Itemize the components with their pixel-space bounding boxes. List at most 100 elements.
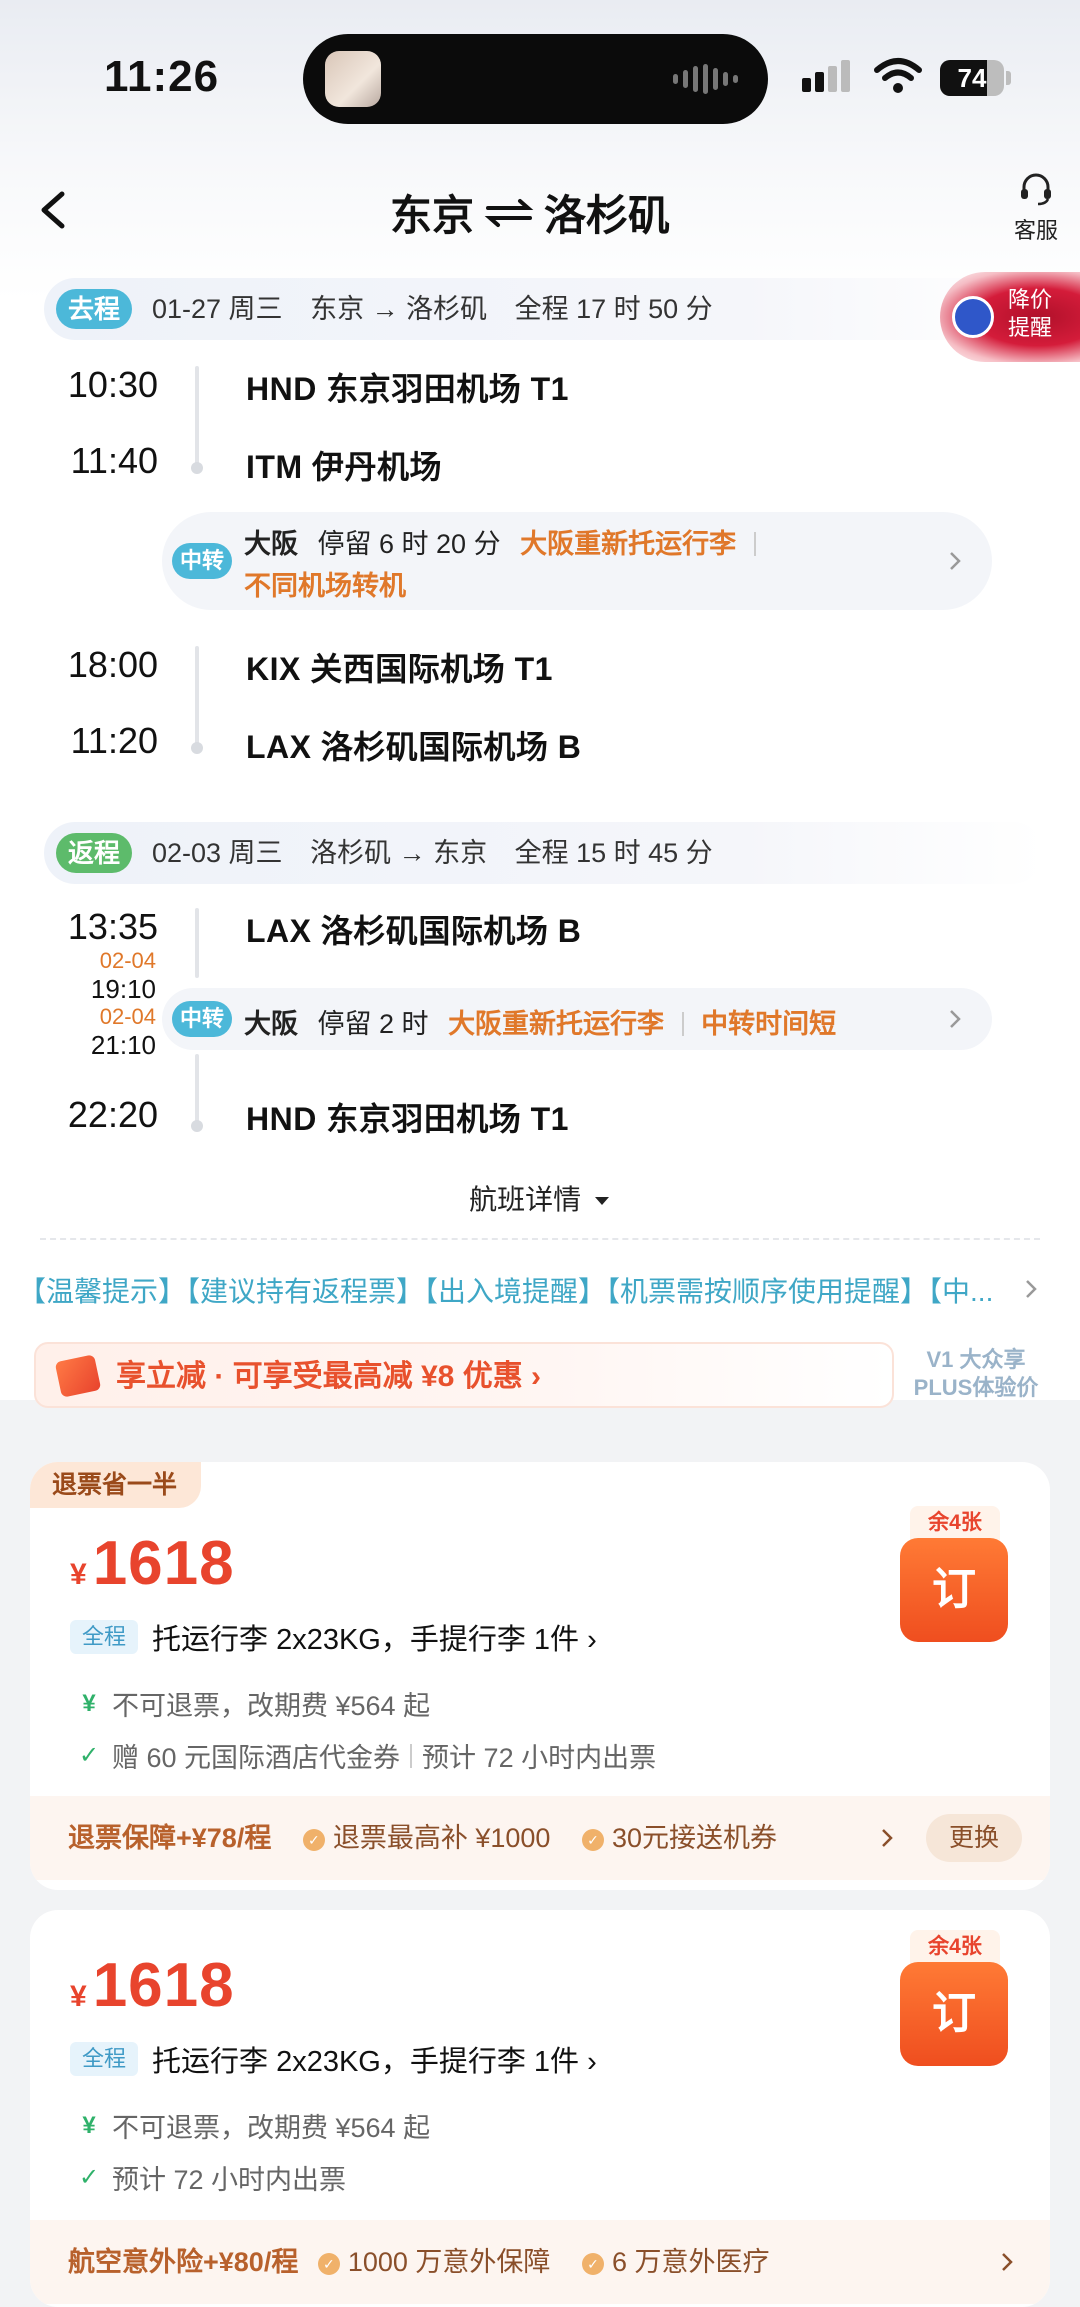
destination-city: 洛杉矶 bbox=[544, 192, 671, 239]
insurance-benefit: 6 万意外医疗 bbox=[611, 2247, 770, 2277]
insurance-bar[interactable]: 航空意外险+¥80/程 ✓ 1000 万意外保障 ✓ 6 万意外医疗 bbox=[30, 2220, 1050, 2304]
transfer-note: 中转时间短 bbox=[701, 1009, 837, 1039]
outbound-badge: 去程 bbox=[56, 289, 133, 329]
transfer-note: 大阪重新托运行李 bbox=[448, 1009, 665, 1039]
price-alert-button[interactable]: 降价提醒 bbox=[940, 272, 1080, 362]
chevron-right-icon bbox=[950, 552, 961, 570]
arrival-time: 19:10 bbox=[90, 974, 156, 1004]
customer-service-label: 客服 bbox=[1013, 218, 1058, 243]
fare-offer-card[interactable]: ¥1618 余4张 订 全程 托运行李 2x23KG，手提行李 1件 › ¥ 不… bbox=[30, 1910, 1050, 2307]
status-time: 11:26 bbox=[104, 52, 220, 101]
stop-airport: KIX 关西国际机场 T1 bbox=[246, 651, 553, 687]
outbound-transfer-info[interactable]: 中转 大阪 停留 6 时 20 分 大阪重新托运行李 不同机场转机 bbox=[162, 512, 992, 610]
stop-airport: ITM 伊丹机场 bbox=[246, 449, 442, 485]
fare-offer-card[interactable]: 退票省一半 ¥1618 余4张 订 全程 托运行李 2x23KG，手提行李 1件… bbox=[30, 1462, 1050, 1890]
wifi-icon bbox=[874, 58, 922, 93]
stop-time: 10:30 bbox=[67, 364, 158, 405]
headset-icon bbox=[1021, 173, 1051, 206]
divider bbox=[40, 1238, 1040, 1240]
offer-tag: 退票省一半 bbox=[30, 1462, 202, 1508]
transfer-note: 不同机场转机 bbox=[244, 571, 406, 601]
ticketing-time: 预计 72 小时内出票 bbox=[112, 2165, 347, 2195]
baggage-allowance-link[interactable]: 托运行李 2x23KG，手提行李 1件 › bbox=[152, 1616, 597, 1658]
ticketing-time: 预计 72 小时内出票 bbox=[422, 1743, 657, 1773]
fare-scope-badge: 全程 bbox=[70, 2042, 139, 2076]
stop-time: 13:35 bbox=[67, 906, 158, 947]
yuan-icon: ¥ bbox=[82, 2111, 96, 2139]
hotel-voucher: 赠 60 元国际酒店代金券 bbox=[112, 1743, 401, 1773]
outbound-duration: 全程 17 时 50 分 bbox=[514, 294, 713, 324]
insurance-benefit: 30元接送机券 bbox=[611, 1823, 777, 1853]
stop-airport: HND 东京羽田机场 T1 bbox=[246, 1101, 569, 1137]
timeline-dot bbox=[191, 462, 203, 474]
check-icon: ✓ bbox=[78, 2164, 100, 2191]
dynamic-island bbox=[303, 34, 768, 124]
timeline-line bbox=[195, 908, 199, 978]
insurance-bar[interactable]: 退票保障+¥78/程 ✓ 退票最高补 ¥1000 ✓ 30元接送机券 更换 bbox=[30, 1796, 1050, 1880]
stop-airport: HND 东京羽田机场 T1 bbox=[246, 371, 569, 407]
chevron-right-icon bbox=[1002, 2253, 1013, 2271]
book-button[interactable]: 订 bbox=[900, 1538, 1008, 1642]
flight-details-label: 航班详情 bbox=[469, 1184, 582, 1215]
refund-rule: 不可退票，改期费 ¥564 起 bbox=[112, 2113, 431, 2143]
bell-icon bbox=[952, 296, 994, 338]
departure-date: 02-04 bbox=[99, 1004, 156, 1029]
transfer-city: 大阪 bbox=[244, 1009, 298, 1039]
stop-time: 22:20 bbox=[67, 1094, 158, 1135]
round-trip-arrows-icon bbox=[484, 198, 534, 227]
promo-text: 享立减 · 可享受最高减 ¥8 优惠 › bbox=[116, 1360, 542, 1393]
timeline-line bbox=[195, 1054, 199, 1124]
transfer-city: 大阪 bbox=[244, 529, 298, 559]
price-currency: ¥ bbox=[70, 1980, 87, 2013]
flight-details-toggle[interactable]: 航班详情 bbox=[0, 1178, 1080, 1218]
fare-scope-badge: 全程 bbox=[70, 1620, 139, 1654]
inbound-duration: 全程 15 时 45 分 bbox=[514, 838, 713, 868]
price-currency: ¥ bbox=[70, 1558, 87, 1591]
seats-remaining: 余4张 bbox=[910, 1930, 1000, 1964]
refund-rule: 不可退票，改期费 ¥564 起 bbox=[112, 1691, 431, 1721]
timeline-dot bbox=[191, 742, 203, 754]
chevron-right-icon bbox=[1026, 1280, 1037, 1298]
outbound-date: 01-27 周三 bbox=[152, 294, 283, 324]
seats-remaining: 余4张 bbox=[910, 1506, 1000, 1540]
price-value: 1618 bbox=[92, 1951, 235, 2020]
chevron-right-icon bbox=[950, 1010, 961, 1028]
chevron-right-icon bbox=[882, 1829, 893, 1847]
transfer-stay: 停留 2 时 bbox=[317, 1009, 429, 1039]
inbound-badge: 返程 bbox=[56, 833, 133, 873]
price-value: 1618 bbox=[92, 1529, 235, 1598]
battery-level: 74 bbox=[957, 63, 987, 93]
change-insurance-button[interactable]: 更换 bbox=[926, 1814, 1022, 1862]
departure-time: 21:10 bbox=[90, 1030, 156, 1060]
outbound-route: 东京 → 洛杉矶 bbox=[310, 294, 488, 324]
stop-airport: LAX 洛杉矶国际机场 B bbox=[246, 913, 582, 949]
travel-tips-link[interactable]: 【温馨提示】【建议持有返程票】【出入境提醒】【机票需按顺序使用提醒】【中... bbox=[18, 1270, 1008, 1310]
yuan-icon: ¥ bbox=[82, 1689, 96, 1717]
back-button[interactable] bbox=[34, 188, 74, 232]
outbound-summary: 去程 01-27 周三 东京 → 洛杉矶 全程 17 时 50 分 bbox=[44, 278, 1044, 340]
inbound-summary: 返程 02-03 周三 洛杉矶 → 东京 全程 15 时 45 分 bbox=[44, 822, 1044, 884]
page-title: 东京 洛杉矶 bbox=[390, 182, 670, 243]
inbound-transfer-info[interactable]: 中转 大阪 停留 2 时 大阪重新托运行李 中转时间短 bbox=[162, 988, 992, 1050]
insurance-benefit: 1000 万意外保障 bbox=[347, 2247, 551, 2277]
book-button[interactable]: 订 bbox=[900, 1962, 1008, 2066]
stop-time: 18:00 bbox=[67, 644, 158, 685]
transfer-badge: 中转 bbox=[172, 543, 233, 579]
insurance-benefit: 退票最高补 ¥1000 bbox=[332, 1823, 551, 1853]
insurance-lead: 航空意外险+¥80/程 bbox=[68, 2247, 299, 2277]
battery-icon: 74 bbox=[940, 60, 1012, 96]
timeline-line bbox=[195, 646, 199, 746]
price-alert-label: 降价提醒 bbox=[1008, 287, 1053, 340]
baggage-allowance-link[interactable]: 托运行李 2x23KG，手提行李 1件 › bbox=[152, 2038, 597, 2080]
check-icon: ✓ bbox=[78, 1742, 100, 1769]
caret-down-icon bbox=[594, 1197, 609, 1205]
transfer-badge: 中转 bbox=[172, 1001, 233, 1037]
cellular-signal-icon bbox=[802, 60, 850, 92]
audio-wave-icon bbox=[673, 64, 738, 94]
discount-promo-banner[interactable]: 享立减 · 可享受最高减 ¥8 优惠 › bbox=[34, 1342, 894, 1408]
timeline-line bbox=[195, 366, 199, 466]
plus-member-price-label: V1 大众享 PLUS体验价 bbox=[913, 1347, 1039, 1400]
stop-time: 11:20 bbox=[70, 720, 158, 761]
origin-city: 东京 bbox=[390, 192, 475, 239]
customer-service-button[interactable]: 客服 bbox=[1006, 172, 1066, 245]
